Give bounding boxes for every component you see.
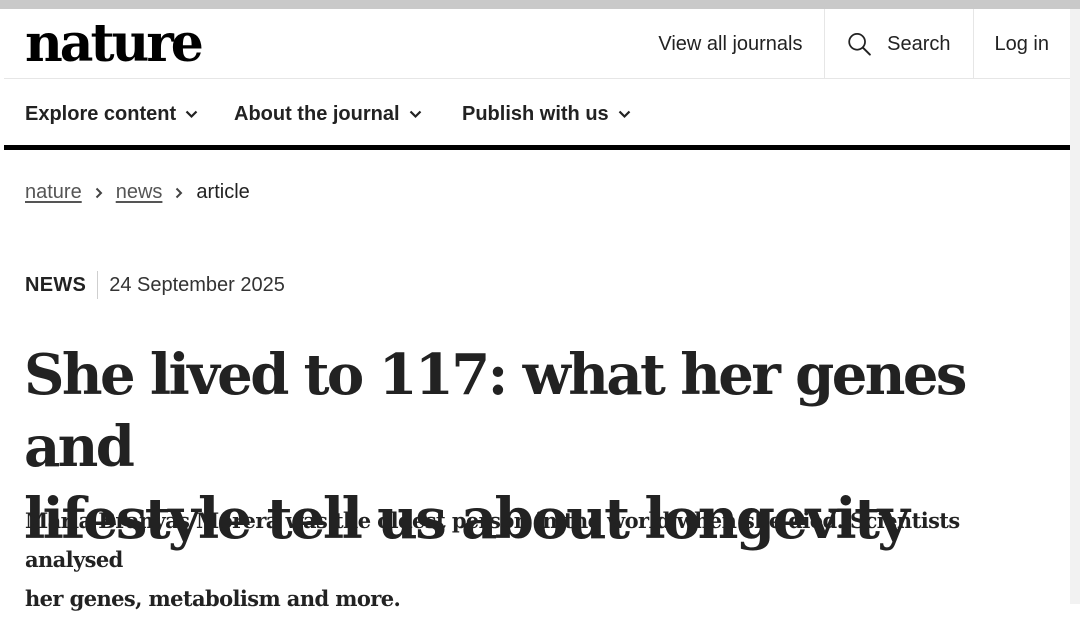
standfirst-line2: her genes, metabolism and more. xyxy=(25,586,401,611)
chevron-down-icon xyxy=(409,110,421,119)
article-meta: NEWS 24 September 2025 xyxy=(25,270,285,300)
chevron-right-icon xyxy=(175,187,183,199)
breadcrumb-nature[interactable]: nature xyxy=(25,181,82,204)
chevron-right-icon xyxy=(95,187,103,199)
chevron-down-icon xyxy=(618,110,630,119)
standfirst-line1: Maria Branyas Morera was the oldest pers… xyxy=(25,508,960,572)
nav-publish-with-us[interactable]: Publish with us xyxy=(462,79,631,150)
nav-item-label: About the journal xyxy=(234,103,400,125)
breadcrumb-current: article xyxy=(196,181,250,203)
main-nav: Explore content About the journal Publis… xyxy=(4,79,1070,150)
breadcrumb-news[interactable]: news xyxy=(116,181,163,204)
header-actions: View all journals Search Log in xyxy=(658,9,1070,79)
chevron-down-icon xyxy=(185,110,198,119)
breadcrumb: nature news article xyxy=(25,181,250,204)
article-date: 24 September 2025 xyxy=(109,273,285,296)
article-title-line1: She lived to 117: what her genes and xyxy=(24,342,967,480)
nav-item-label: Publish with us xyxy=(462,103,609,125)
nav-about-the-journal[interactable]: About the journal xyxy=(234,79,422,150)
view-all-journals-link[interactable]: View all journals xyxy=(658,9,823,79)
search-label: Search xyxy=(887,32,951,55)
login-link[interactable]: Log in xyxy=(974,9,1071,79)
page: nature View all journals Search Log in E… xyxy=(4,9,1070,611)
page-scroll-gutter xyxy=(1070,9,1080,604)
nav-item-label: Explore content xyxy=(25,103,177,125)
meta-divider xyxy=(97,271,99,299)
search-icon xyxy=(847,33,871,56)
nature-logo[interactable]: nature xyxy=(25,11,204,77)
nav-explore-content[interactable]: Explore content xyxy=(25,79,198,150)
article-type: NEWS xyxy=(25,273,87,296)
browser-top-strip xyxy=(0,0,1080,9)
search-button[interactable]: Search xyxy=(823,9,974,79)
site-header: nature View all journals Search Log in xyxy=(4,9,1070,79)
article-standfirst: Maria Branyas Morera was the oldest pers… xyxy=(25,501,1035,618)
